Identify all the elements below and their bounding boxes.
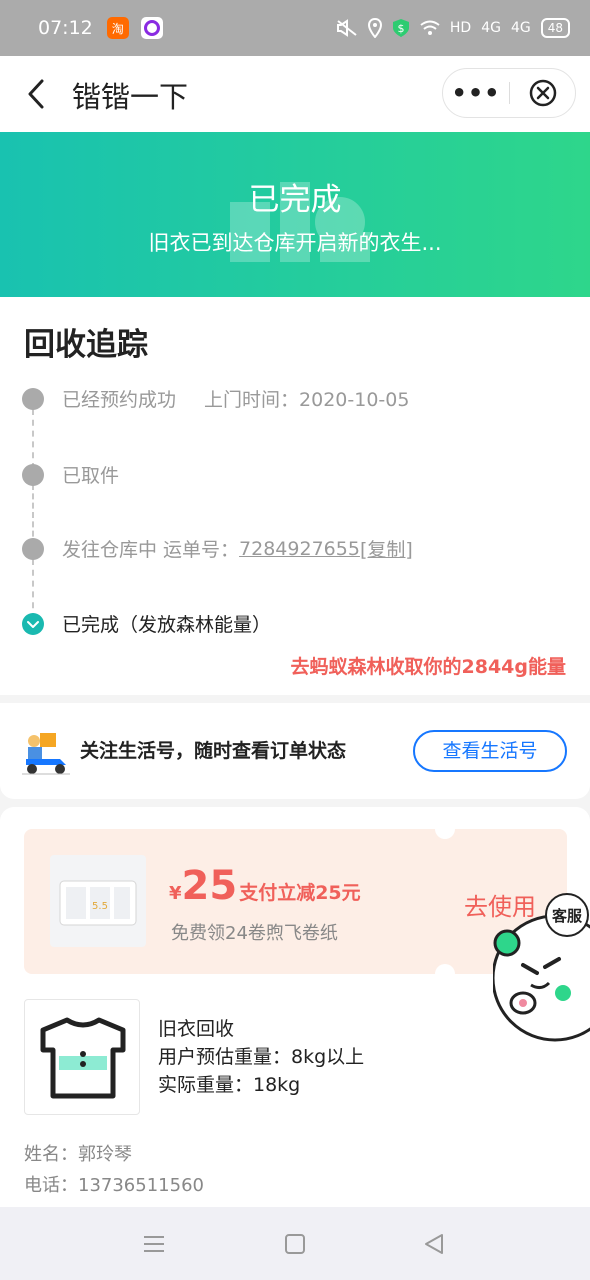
signal-4g-2: 4G	[510, 20, 531, 36]
coupon-price: ¥ 25 支付立减25元	[169, 863, 361, 909]
customer-service-badge[interactable]: 客服	[545, 893, 589, 937]
timeline-connector	[32, 409, 34, 469]
back-nav-icon[interactable]	[422, 1233, 446, 1255]
step-label: 已完成（发放森林能量）	[62, 614, 272, 636]
banner-title: 已完成	[248, 182, 342, 218]
tracking-heading: 回收追踪	[24, 327, 148, 363]
notification-app-icon	[140, 17, 163, 39]
follow-life-account-card: 关注生活号，随时查看订单状态 查看生活号	[0, 703, 590, 799]
contact-name: 姓名：郭玲琴	[24, 1144, 132, 1165]
view-life-account-button[interactable]: 查看生活号	[413, 730, 567, 772]
status-bar: 07:12 淘 $ HD 4G 4G 48	[0, 0, 590, 56]
timeline-dot	[22, 537, 44, 560]
battery-icon: 48	[540, 18, 570, 38]
item-name: 旧衣回收	[158, 1018, 235, 1040]
security-shield-icon: $	[392, 19, 409, 37]
home-icon[interactable]	[283, 1233, 307, 1255]
step-label: 已经预约成功	[62, 389, 177, 411]
copy-waybill-link[interactable]: [复制]	[360, 535, 413, 562]
navigation-bar: 锴锴一下 •••	[0, 56, 590, 132]
timeline-dot	[22, 387, 44, 410]
coupon-card[interactable]: 5.5 ¥ 25 支付立减25元 免费领24卷煦飞卷纸 去使用	[24, 819, 567, 984]
step-label: 已取件	[62, 465, 120, 487]
back-arrow-icon[interactable]	[22, 78, 54, 110]
timeline-step-completed: 已完成（发放森林能量）	[22, 610, 271, 637]
close-button[interactable]	[510, 78, 575, 108]
more-menu-button[interactable]: •••	[443, 79, 509, 107]
currency-symbol: ¥	[169, 883, 182, 904]
wifi-icon	[420, 20, 440, 35]
actual-weight: 实际重量：18kg	[158, 1074, 301, 1096]
estimated-weight: 用户预估重量：8kg以上	[158, 1046, 365, 1068]
svg-text:5.5: 5.5	[92, 901, 108, 912]
location-icon	[367, 18, 382, 38]
taobao-app-icon: 淘	[106, 17, 129, 39]
coupon-description: 支付立减25元	[239, 882, 361, 904]
coupon-notch	[435, 964, 455, 984]
close-icon	[529, 79, 556, 107]
status-time: 07:12	[38, 17, 93, 39]
timeline-dot	[22, 463, 44, 486]
pickup-time: 上门时间：2020-10-05	[204, 389, 410, 411]
clothing-item-image	[24, 999, 140, 1115]
timeline-step-picked-up: 已取件	[22, 461, 119, 488]
signal-4g-1: 4G	[481, 20, 501, 36]
coupon-notch	[435, 819, 455, 839]
mute-icon	[336, 19, 357, 37]
page-title: 锴锴一下	[72, 80, 189, 114]
system-navigation-bar	[0, 1207, 590, 1280]
item-info: 旧衣回收 用户预估重量：8kg以上 实际重量：18kg	[158, 1015, 364, 1099]
svg-text:$: $	[397, 22, 404, 35]
contact-phone: 电话：13736511560	[24, 1175, 204, 1196]
banner-subtitle: 旧衣已到达仓库开启新的衣生...	[148, 231, 442, 255]
mini-program-capsule: •••	[442, 68, 576, 118]
recycle-tracking-card: 回收追踪 已经预约成功 上门时间：2020-10-05 已取件 发往仓库中 运单…	[0, 297, 590, 695]
follow-text: 关注生活号，随时查看订单状态	[80, 740, 347, 762]
contact-info: 姓名：郭玲琴 电话：13736511560	[24, 1139, 204, 1201]
tissue-product-image: 5.5	[50, 855, 146, 947]
network-label: HD	[449, 20, 472, 36]
status-indicators: $ HD 4G 4G 48	[336, 18, 570, 38]
menu-icon[interactable]	[142, 1233, 166, 1255]
waybill-number-link[interactable]: 7284927655	[239, 538, 360, 560]
timeline-step-booked: 已经预约成功 上门时间：2020-10-05	[22, 385, 409, 412]
forest-energy-link[interactable]: 去蚂蚁森林收取你的2844g能量	[291, 652, 566, 679]
coupon-subtitle: 免费领24卷煦飞卷纸	[171, 923, 338, 944]
coupon-amount: 25	[181, 863, 238, 909]
status-banner: 已完成 旧衣已到达仓库开启新的衣生...	[0, 132, 590, 297]
tshirt-icon	[40, 1017, 126, 1099]
check-icon	[22, 612, 44, 635]
step-label: 发往仓库中 运单号：	[62, 539, 240, 561]
timeline-step-shipping: 发往仓库中 运单号： 7284927655 [复制]	[22, 535, 413, 562]
delivery-rider-icon	[22, 733, 70, 775]
